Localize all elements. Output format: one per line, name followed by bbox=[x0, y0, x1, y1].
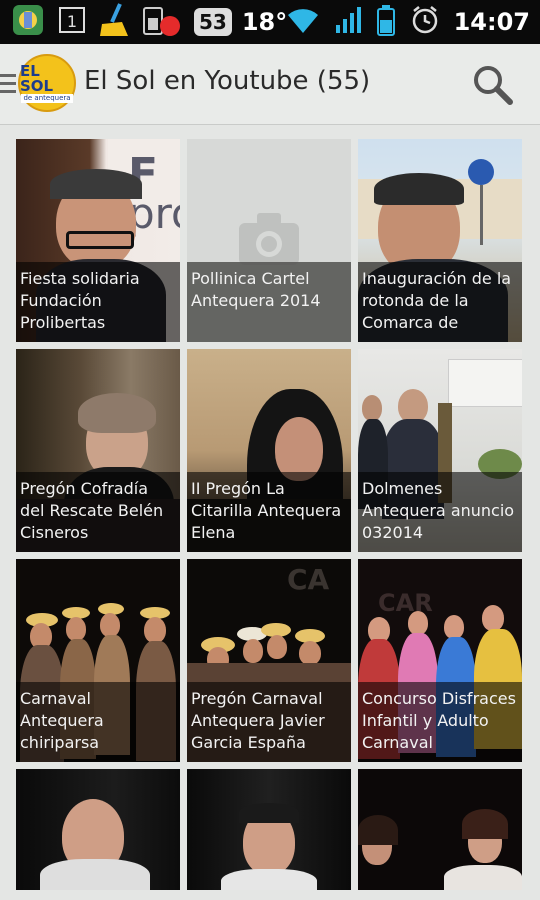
app-logo[interactable]: EL SOL de antequera bbox=[18, 54, 76, 112]
drawer-menu-icon[interactable] bbox=[0, 74, 16, 98]
search-button[interactable] bbox=[470, 62, 516, 108]
cleaner-broom-icon bbox=[98, 2, 132, 42]
signal-icon bbox=[334, 5, 362, 39]
status-bar: 1 53 18° 14:07 bbox=[0, 0, 540, 44]
sim-card-icon: 1 bbox=[56, 4, 88, 40]
alarm-icon bbox=[410, 5, 440, 39]
page-title: El Sol en Youtube (55) bbox=[84, 66, 371, 96]
video-thumbnail bbox=[358, 769, 522, 890]
video-tile[interactable]: Pregón Cofradía del Rescate Belén Cisner… bbox=[16, 349, 180, 552]
record-battery-icon bbox=[142, 2, 184, 42]
svg-text:1: 1 bbox=[67, 12, 77, 31]
video-tile[interactable]: CAR Concurso Disfraces Infantil y Adulto… bbox=[358, 559, 522, 762]
action-bar: EL SOL de antequera El Sol en Youtube (5… bbox=[0, 44, 540, 125]
temperature-text: 18° bbox=[241, 8, 288, 36]
app-notification-icon bbox=[10, 2, 46, 42]
video-tile[interactable] bbox=[358, 769, 522, 890]
video-tile[interactable]: Carnaval Antequera chiriparsa bbox=[16, 559, 180, 762]
video-tile[interactable] bbox=[187, 769, 351, 890]
video-title: Carnaval Antequera chiriparsa bbox=[16, 682, 180, 762]
wifi-icon bbox=[286, 5, 320, 39]
video-tile[interactable]: F pro Fiesta solidaria Fundación Prolibe… bbox=[16, 139, 180, 342]
clock-text: 14:07 bbox=[453, 8, 530, 36]
logo-text: EL SOL bbox=[20, 61, 54, 95]
video-tile[interactable] bbox=[16, 769, 180, 890]
video-tile[interactable]: Pollinica Cartel Antequera 2014 bbox=[187, 139, 351, 342]
video-title: Fiesta solidaria Fundación Prolibertas bbox=[16, 262, 180, 342]
video-tile[interactable]: Inauguración de la rotonda de la Comarca… bbox=[358, 139, 522, 342]
video-title: Dolmenes Antequera anuncio 032014 bbox=[358, 472, 522, 552]
search-icon bbox=[474, 66, 513, 105]
video-tile[interactable]: Dolmenes Antequera anuncio 032014 bbox=[358, 349, 522, 552]
video-title: Inauguración de la rotonda de la Comarca… bbox=[358, 262, 522, 342]
video-title: Pollinica Cartel Antequera 2014 bbox=[187, 262, 351, 342]
video-tile[interactable]: II Pregón La Citarilla Antequera Elena bbox=[187, 349, 351, 552]
video-tile[interactable]: CA Pregón Carnaval Antequera Javier Garc… bbox=[187, 559, 351, 762]
video-title: II Pregón La Citarilla Antequera Elena bbox=[187, 472, 351, 552]
battery-icon bbox=[376, 4, 396, 40]
video-title: Pregón Cofradía del Rescate Belén Cisner… bbox=[16, 472, 180, 552]
video-title: Concurso Disfraces Infantil y Adulto Car… bbox=[358, 682, 522, 762]
notification-count-badge: 53 bbox=[194, 8, 232, 36]
video-thumbnail bbox=[187, 769, 351, 890]
logo-subtext: de antequera bbox=[21, 93, 73, 103]
video-thumbnail bbox=[16, 769, 180, 890]
video-grid: F pro Fiesta solidaria Fundación Prolibe… bbox=[16, 139, 526, 890]
video-title: Pregón Carnaval Antequera Javier Garcia … bbox=[187, 682, 351, 762]
